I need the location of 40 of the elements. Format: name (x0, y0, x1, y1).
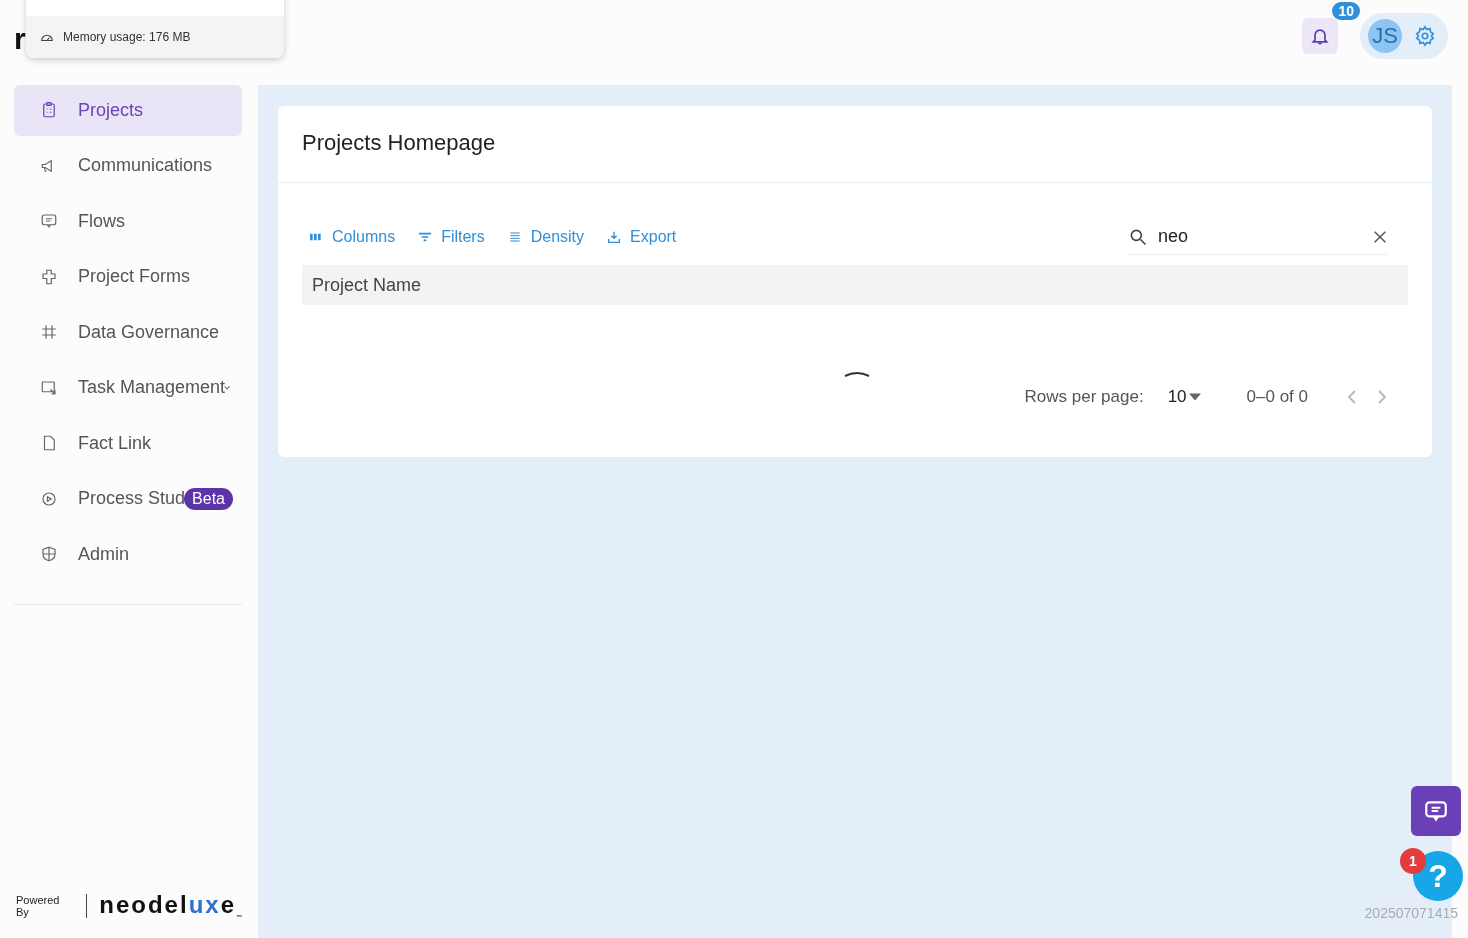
logo-text: neodel (99, 891, 189, 919)
notifications-button[interactable] (1302, 17, 1338, 54)
filters-button[interactable]: Filters (411, 226, 491, 248)
sidebar-item[interactable]: Fact Link (14, 418, 242, 469)
task-icon (40, 378, 58, 397)
sidebar-item[interactable]: Communications (14, 140, 242, 191)
rows-per-page-label: Rows per page: (1024, 387, 1144, 407)
rows-per-page-select[interactable]: 10 (1161, 386, 1207, 408)
notification-count: 10 (1332, 1, 1360, 20)
search-input[interactable]: neo (1156, 225, 1364, 248)
chat-icon (1423, 798, 1449, 824)
download-icon (606, 229, 623, 245)
chat-button[interactable] (1411, 786, 1461, 836)
page-title: Projects Homepage (278, 106, 1432, 183)
memory-usage-text: Memory usage: 176 MB (63, 30, 191, 44)
clipboard-icon (40, 101, 58, 120)
logo-text: ux (188, 891, 221, 919)
logo-text: r (14, 21, 26, 56)
page-range: 0–0 of 0 (1246, 387, 1308, 407)
powered-by-text: Powered By (16, 893, 61, 918)
settings-icon[interactable] (1414, 24, 1436, 47)
column-header[interactable]: Project Name (312, 274, 422, 296)
sidebar-item[interactable]: Data Governance (14, 307, 242, 358)
shield-icon (40, 545, 58, 564)
density-button[interactable]: Density (500, 226, 591, 248)
gear-icon (40, 489, 58, 508)
sidebar-item[interactable]: Projects (14, 85, 242, 136)
puzzle-icon (40, 267, 58, 286)
sidebar-item[interactable]: Process Stud Beta (14, 473, 242, 524)
beta-badge: Beta (184, 487, 233, 510)
grid-icon (40, 323, 58, 342)
caret-icon (1188, 393, 1201, 401)
build-number: 202507071415 (1364, 905, 1458, 921)
clear-icon[interactable] (1372, 228, 1388, 245)
sidebar-item[interactable]: Flows (14, 196, 242, 247)
sidebar-item[interactable]: Admin (14, 529, 242, 580)
sidebar-item[interactable]: Project Forms (14, 251, 242, 302)
sidebar-item[interactable]: Task Management (14, 362, 242, 413)
logo-text: e (220, 891, 236, 919)
columns-button[interactable]: Columns (302, 226, 402, 248)
